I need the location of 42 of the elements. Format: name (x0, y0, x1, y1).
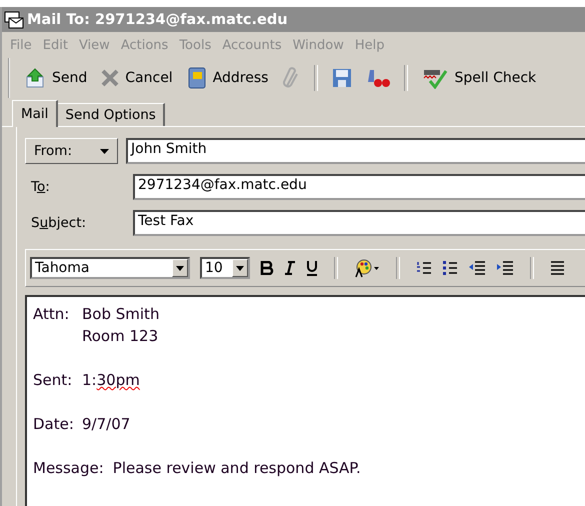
toolbar-button[interactable]: Address (180, 65, 274, 91)
field-label: To: (30, 179, 51, 195)
message-body[interactable]: Attn: Bob Smith Room 123 Sent: 1:30pm Date: 9/7/07 Message: Please review and respond ASAP. (25, 295, 585, 506)
dropdown-arrow-icon (100, 148, 109, 154)
tab[interactable]: Mail (12, 100, 58, 127)
field-label: Subject: (30, 215, 88, 231)
input-field[interactable]: 2971234@fax.matc.edu (133, 174, 585, 200)
align-left-icon[interactable] (550, 260, 564, 276)
send-icon (24, 67, 46, 89)
body-text: 1:30pm (82, 371, 140, 391)
body-text: Please review and respond ASAP. (112, 459, 361, 479)
numbered-list-icon[interactable] (416, 260, 432, 276)
body-text: 9/7/07 (82, 415, 130, 435)
body-text: Bob Smith (82, 305, 160, 325)
bulleted-list-icon[interactable] (442, 260, 458, 276)
color-palette-icon[interactable] (354, 258, 380, 278)
bold-icon[interactable] (260, 261, 274, 275)
tab[interactable]: Send Options (57, 103, 165, 126)
from-dropdown[interactable]: From: (25, 138, 118, 164)
size-select[interactable]: 10 (200, 257, 250, 279)
increase-indent-icon[interactable] (496, 260, 514, 276)
body-label: Message: (33, 459, 104, 479)
toolbar-button[interactable]: Spell Check (416, 65, 542, 91)
x-icon (101, 69, 120, 87)
input-field[interactable]: Test Fax (133, 210, 585, 236)
body-label: Sent: (33, 371, 74, 391)
decrease-indent-icon[interactable] (468, 260, 486, 276)
italic-icon[interactable] (284, 261, 296, 275)
underline-icon[interactable] (306, 260, 318, 276)
priority-icon (366, 68, 390, 88)
body-text: Room 123 (82, 327, 158, 347)
address-book-icon (186, 67, 207, 89)
body-label: Attn: (33, 305, 70, 325)
toolbar-button[interactable]: Send (18, 65, 94, 91)
body-label: Date: (33, 415, 75, 435)
toolbar-button[interactable]: Cancel (95, 67, 179, 89)
window-title: Mail To: 2971234@fax.matc.edu (27, 12, 288, 28)
input-field[interactable]: John Smith (126, 138, 585, 164)
paperclip-icon (282, 66, 300, 90)
spell-check-icon (422, 67, 448, 89)
mail-icon (4, 10, 24, 28)
font-select[interactable]: Tahoma (30, 257, 190, 279)
